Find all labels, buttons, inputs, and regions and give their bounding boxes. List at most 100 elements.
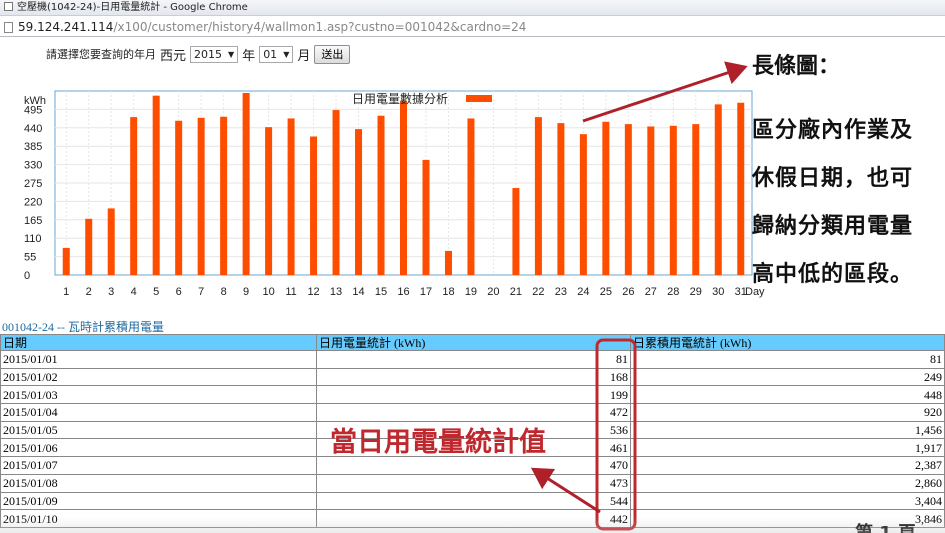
legend-swatch — [466, 95, 492, 102]
bar-day-31 — [737, 102, 745, 275]
x-tick-label: 21 — [510, 286, 522, 298]
bar-day-21 — [512, 188, 520, 275]
y-tick-label: 385 — [24, 141, 42, 153]
submit-button[interactable]: 送出 — [314, 44, 351, 64]
cell-daily-usage: 473 — [316, 473, 631, 493]
screenshot: 空壓機(1042-24)-日用電量統計 - Google Chrome 59.1… — [0, 0, 945, 533]
y-tick-label: 330 — [24, 160, 42, 172]
x-axis-ticks: 1 2 3 4 5 6 7 8 9 10 11 12 13 14 15 16 17 18 19 20 21 22 23 24 2… — [63, 286, 747, 298]
bar-day-15 — [377, 115, 385, 275]
x-tick-label: 17 — [420, 286, 432, 298]
month-value: 01 — [263, 47, 278, 61]
chevron-down-icon: ▼ — [228, 49, 235, 59]
address-bar[interactable]: 59.124.241.114/x100/customer/history4/wa… — [0, 17, 945, 37]
address-host: 59.124.241.114 — [18, 20, 114, 34]
bar-day-7 — [197, 117, 205, 275]
cell-date: 2015/01/08 — [0, 473, 317, 493]
cell-date: 2015/01/07 — [0, 456, 317, 475]
cell-date: 2015/01/03 — [0, 385, 317, 405]
bar-day-29 — [692, 124, 700, 275]
bar-day-22 — [534, 117, 542, 275]
x-tick-label: 13 — [330, 286, 342, 298]
month-select[interactable]: 01 ▼ — [259, 45, 294, 63]
era-label: 西元 — [160, 48, 187, 64]
y-tick-label: 0 — [24, 270, 30, 282]
cell-cumulative-usage: 81 — [630, 350, 945, 369]
bar-day-26 — [624, 124, 632, 275]
annotation-line-1: 區分廠內作業及 — [752, 118, 914, 143]
cell-cumulative-usage: 448 — [630, 385, 945, 405]
x-tick-label: 14 — [352, 286, 364, 298]
address-path: /x100/customer/history4/wallmon1.asp?cus… — [113, 20, 527, 34]
x-tick-label: 25 — [600, 286, 612, 298]
cell-date: 2015/01/10 — [0, 509, 317, 528]
table-caption: 001042-24 -- 瓦時計累積用電量 — [2, 320, 164, 334]
y-tick-label: 110 — [24, 233, 42, 245]
query-prompt: 請選擇您要查詢的年月 — [46, 48, 156, 61]
cell-daily-usage: 544 — [316, 491, 631, 511]
table-row: 2015/01/04 472 920 — [0, 403, 945, 422]
x-tick-label: 2 — [86, 286, 92, 298]
bar-day-28 — [669, 125, 677, 275]
y-axis-ticks: 055110165220275330385440495 — [24, 104, 42, 282]
x-tick-label: 20 — [487, 286, 499, 298]
x-tick-label: 9 — [243, 286, 249, 298]
page-icon — [4, 2, 13, 11]
x-tick-label: 7 — [198, 286, 204, 298]
cell-cumulative-usage: 1,456 — [630, 420, 945, 440]
x-tick-label: 6 — [176, 286, 182, 298]
bar-day-23 — [557, 123, 565, 275]
bar-day-1 — [62, 247, 70, 275]
annotation-line-2: 休假日期，也可 — [752, 166, 914, 191]
bar-day-4 — [130, 117, 138, 275]
table-row: 2015/01/01 81 81 — [0, 350, 945, 369]
bar-day-16 — [400, 100, 407, 276]
cell-date: 2015/01/09 — [0, 491, 317, 511]
bar-day-27 — [647, 126, 655, 275]
x-tick-label: 15 — [375, 286, 387, 298]
x-tick-label: 12 — [307, 286, 319, 298]
year-select[interactable]: 2015 ▼ — [190, 45, 239, 63]
x-tick-label: 18 — [442, 286, 454, 298]
x-tick-label: 10 — [262, 286, 274, 298]
bar-day-12 — [310, 136, 318, 275]
table-row: 2015/01/09 544 3,404 — [0, 491, 945, 511]
query-form: 請選擇您要查詢的年月 西元 2015 ▼ 年 01 ▼ 月 送出 — [46, 44, 351, 64]
year-unit: 年 — [242, 48, 256, 64]
cell-cumulative-usage: 2,860 — [630, 473, 945, 493]
y-tick-label: 165 — [24, 215, 42, 227]
x-tick-label: 16 — [397, 286, 409, 298]
cell-daily-usage: 442 — [316, 509, 631, 528]
y-axis-label: kWh — [24, 95, 46, 107]
x-tick-label: 29 — [690, 286, 702, 298]
x-tick-label: 24 — [577, 286, 589, 298]
table-row: 2015/01/10 442 3,846 — [0, 509, 945, 528]
year-value: 2015 — [194, 47, 223, 61]
bar-day-14 — [355, 129, 363, 275]
x-tick-label: 28 — [667, 286, 679, 298]
table-header-row: 日期 日用電量統計 (kWh) 日累積用電統計 (kWh) — [0, 334, 945, 351]
y-tick-label: 55 — [24, 252, 36, 264]
x-tick-label: 4 — [131, 286, 137, 298]
x-tick-label: 11 — [285, 286, 296, 298]
table-row: 2015/01/08 473 2,860 — [0, 473, 945, 493]
bar-day-30 — [714, 104, 722, 275]
bar-day-5 — [152, 95, 160, 275]
column-header-cumulative: 日累積用電統計 (kWh) — [630, 334, 945, 351]
bar-day-11 — [287, 118, 295, 275]
bar-day-9 — [242, 93, 250, 276]
cell-daily-usage: 168 — [316, 367, 631, 387]
bar-day-19 — [467, 118, 475, 275]
cell-cumulative-usage: 2,387 — [630, 456, 945, 475]
x-tick-label: 22 — [532, 286, 544, 298]
table-row: 2015/01/07 470 2,387 — [0, 456, 945, 475]
annotation-line-3: 歸納分類用電量 — [752, 214, 914, 239]
bar-day-18 — [444, 250, 452, 275]
legend-label: 日用電量數據分析 — [352, 92, 448, 106]
cell-daily-usage: 81 — [316, 350, 631, 369]
bar-day-8 — [220, 116, 228, 275]
column-header-date: 日期 — [0, 334, 317, 351]
cell-date: 2015/01/02 — [0, 367, 317, 387]
x-tick-label: 5 — [153, 286, 159, 298]
cell-cumulative-usage: 249 — [630, 367, 945, 387]
